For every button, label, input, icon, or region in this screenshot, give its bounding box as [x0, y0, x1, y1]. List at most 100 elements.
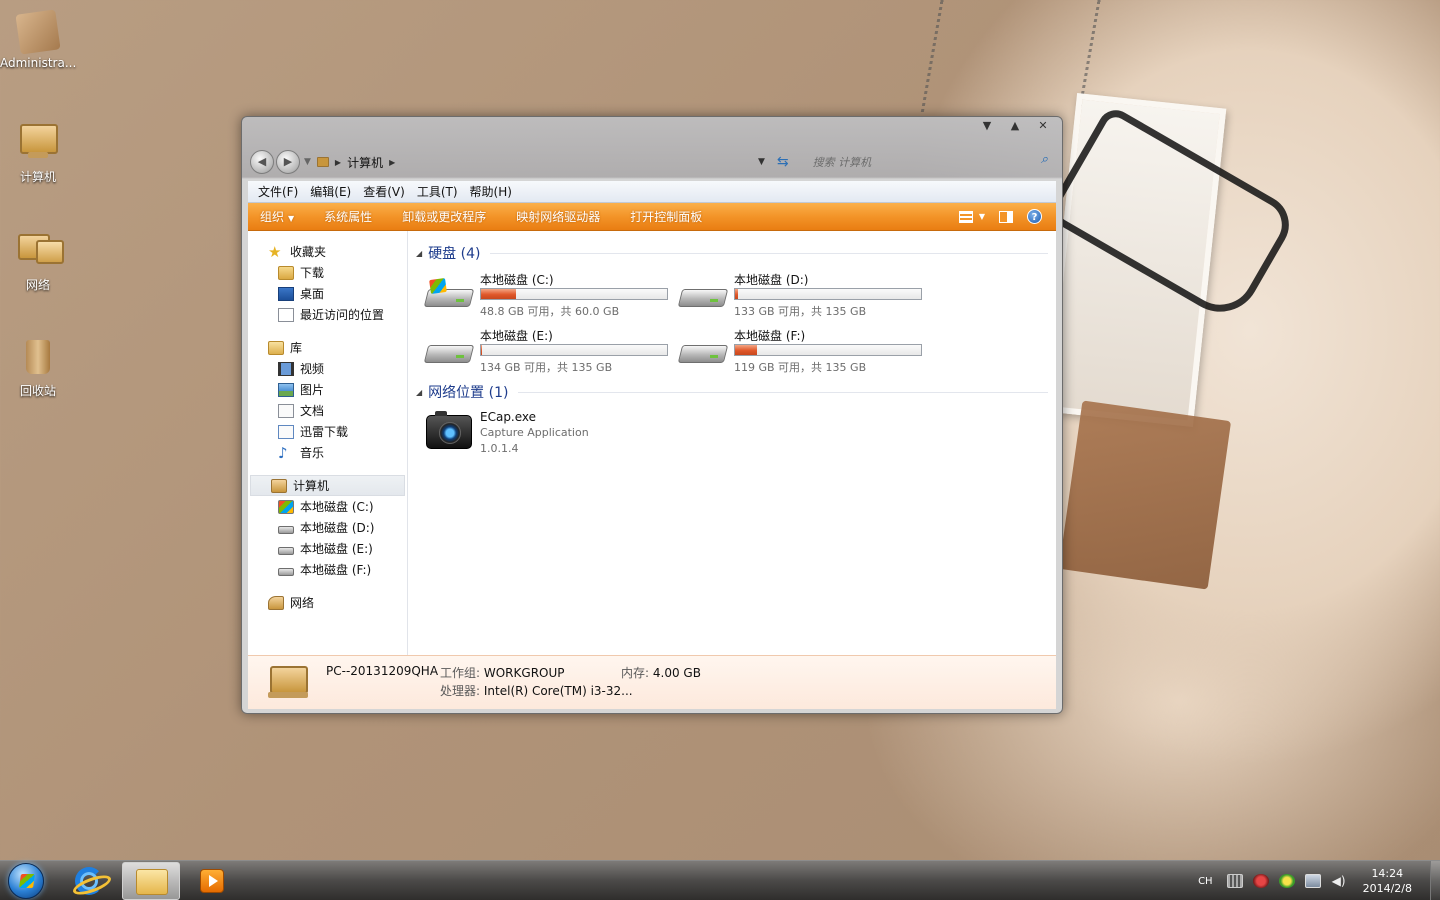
search-input[interactable]: 搜索 计算机 ⌕	[801, 152, 1048, 170]
media-player-icon	[200, 869, 224, 893]
preview-pane-icon[interactable]	[999, 210, 1013, 223]
drive-free-space: 48.8 GB 可用，共 60.0 GB	[480, 305, 620, 318]
uninstall-program-button[interactable]: 卸载或更改程序	[402, 208, 486, 225]
chevron-down-icon[interactable]: ▼	[980, 119, 994, 133]
desktop-icon-network[interactable]: 网络	[0, 228, 76, 293]
nav-label: 本地磁盘 (E:)	[300, 542, 373, 556]
nav-label: 下载	[300, 266, 325, 280]
view-options-icon[interactable]	[958, 210, 973, 223]
nav-xunlei-downloads[interactable]: 迅雷下载	[248, 421, 407, 442]
chevron-up-icon[interactable]: ▲	[1008, 119, 1022, 133]
network-status-icon[interactable]	[1304, 874, 1321, 888]
drive-e[interactable]: 本地磁盘 (E:) 134 GB 可用，共 135 GB	[423, 327, 674, 375]
nav-favorites[interactable]: ★ 收藏夹	[248, 241, 407, 262]
nav-computer[interactable]: 计算机	[250, 475, 405, 496]
system-properties-button[interactable]: 系统属性	[324, 208, 372, 225]
nav-recent-places[interactable]: 最近访问的位置	[248, 304, 407, 325]
file-explorer-icon	[136, 869, 168, 895]
map-network-drive-button[interactable]: 映射网络驱动器	[516, 208, 600, 225]
nav-label: 收藏夹	[290, 245, 327, 259]
menu-help[interactable]: 帮助(H)	[470, 183, 512, 200]
camera-icon	[426, 411, 472, 449]
taskbar-media-player[interactable]	[182, 862, 240, 900]
menu-edit[interactable]: 编辑(E)	[310, 183, 351, 200]
system-tray: CH ◀) 14:24 2014/2/8	[1198, 861, 1440, 900]
clock[interactable]: 14:24 2014/2/8	[1363, 866, 1412, 896]
keyboard-icon[interactable]	[1226, 874, 1243, 888]
back-button[interactable]: ◀	[250, 150, 274, 174]
nav-libraries[interactable]: 库	[248, 337, 407, 358]
nav-videos[interactable]: 视频	[248, 358, 407, 379]
breadcrumb-chevron-icon[interactable]: ▶	[389, 158, 395, 167]
nav-drive-f[interactable]: 本地磁盘 (F:)	[248, 559, 407, 580]
drive-free-space: 134 GB 可用，共 135 GB	[480, 361, 613, 374]
chevron-down-icon[interactable]: ▼	[979, 212, 985, 221]
chevron-down-icon: ▼	[288, 214, 295, 223]
collapse-triangle-icon[interactable]: ◢	[416, 249, 422, 258]
group-hard-disks[interactable]: ◢ 硬盘 (4)	[416, 243, 1048, 263]
picture-library-icon	[278, 382, 294, 397]
search-icon[interactable]: ⌕	[1041, 152, 1048, 167]
nav-drive-e[interactable]: 本地磁盘 (E:)	[248, 538, 407, 559]
help-icon[interactable]: ?	[1027, 209, 1042, 224]
group-network-locations[interactable]: ◢ 网络位置 (1)	[416, 382, 1048, 402]
clock-time: 14:24	[1371, 867, 1404, 880]
drive-free-space: 119 GB 可用，共 135 GB	[734, 361, 867, 374]
system-drive-icon	[423, 277, 475, 307]
nav-drive-d[interactable]: 本地磁盘 (D:)	[248, 517, 407, 538]
start-button[interactable]	[8, 863, 44, 899]
explorer-window: ▼ ▲ ✕ ◀ ▶ ▼ ▶ 计算机 ▶ ▼ ⇆ 搜索 计算机 ⌕ 文件(F) 编…	[241, 116, 1063, 714]
download-library-icon	[278, 424, 294, 439]
drive-name: 本地磁盘 (D:)	[734, 273, 809, 287]
recent-pages-dropdown-icon[interactable]: ▼	[304, 157, 311, 167]
taskbar-ie[interactable]	[60, 862, 118, 900]
refresh-icon[interactable]: ⇆	[777, 154, 789, 170]
nav-documents[interactable]: 文档	[248, 400, 407, 421]
downloads-folder-icon	[278, 265, 294, 280]
nav-desktop[interactable]: 桌面	[248, 283, 407, 304]
drive-d[interactable]: 本地磁盘 (D:) 133 GB 可用，共 135 GB	[677, 271, 928, 319]
volume-icon[interactable]: ◀)	[1331, 874, 1347, 888]
forward-button[interactable]: ▶	[276, 150, 300, 174]
address-history-dropdown-icon[interactable]: ▼	[758, 157, 765, 167]
drive-usage-bar	[480, 288, 668, 300]
drive-usage-bar	[480, 344, 668, 356]
drive-usage-fill	[481, 345, 483, 355]
organize-button[interactable]: 组织 ▼	[260, 208, 294, 225]
close-icon[interactable]: ✕	[1036, 119, 1050, 133]
breadcrumb[interactable]: ▶ 计算机 ▶	[316, 154, 757, 171]
nav-network[interactable]: 网络	[248, 592, 407, 613]
nav-pictures[interactable]: 图片	[248, 379, 407, 400]
desktop-icon	[278, 286, 294, 301]
menu-file[interactable]: 文件(F)	[258, 183, 298, 200]
group-title: 网络位置 (1)	[428, 385, 509, 401]
desktop-icon-administrator[interactable]: Administra...	[0, 9, 76, 70]
security-app-icon[interactable]	[1278, 874, 1295, 888]
network-item-ecap[interactable]: ECap.exe Capture Application 1.0.1.4	[426, 409, 726, 459]
nav-downloads[interactable]: 下载	[248, 262, 407, 283]
nav-label: 文档	[300, 404, 325, 418]
navigation-pane: ★ 收藏夹 下载 桌面 最近访问的位置 库 视频 图片 文档 迅雷下载 ♪ 音乐 计…	[248, 231, 408, 655]
menu-tools[interactable]: 工具(T)	[417, 183, 458, 200]
qq-icon[interactable]	[1252, 874, 1269, 888]
drive-c[interactable]: 本地磁盘 (C:) 48.8 GB 可用，共 60.0 GB	[423, 271, 674, 319]
menu-view[interactable]: 查看(V)	[363, 183, 405, 200]
breadcrumb-computer[interactable]: 计算机	[347, 154, 383, 171]
collapse-triangle-icon[interactable]: ◢	[416, 388, 422, 397]
desktop-icon-recycle-bin[interactable]: 回收站	[0, 334, 76, 399]
music-note-icon: ♪	[278, 443, 288, 462]
workgroup-value: WORKGROUP	[483, 666, 565, 680]
taskbar-explorer[interactable]	[122, 862, 180, 900]
open-control-panel-button[interactable]: 打开控制面板	[630, 208, 702, 225]
show-desktop-button[interactable]	[1430, 861, 1440, 900]
nav-drive-c[interactable]: 本地磁盘 (C:)	[248, 496, 407, 517]
taskbar: CH ◀) 14:24 2014/2/8	[0, 860, 1440, 900]
desktop-icon-computer[interactable]: 计算机	[0, 120, 76, 185]
nav-music[interactable]: ♪ 音乐	[248, 442, 407, 463]
drive-f[interactable]: 本地磁盘 (F:) 119 GB 可用，共 135 GB	[677, 327, 928, 375]
memory-label: 内存:	[621, 666, 650, 680]
language-indicator[interactable]: CH	[1198, 876, 1213, 887]
breadcrumb-chevron-icon[interactable]: ▶	[335, 158, 341, 167]
cpu-label: 处理器:	[440, 684, 481, 698]
wallpaper-chain	[919, 0, 1101, 120]
